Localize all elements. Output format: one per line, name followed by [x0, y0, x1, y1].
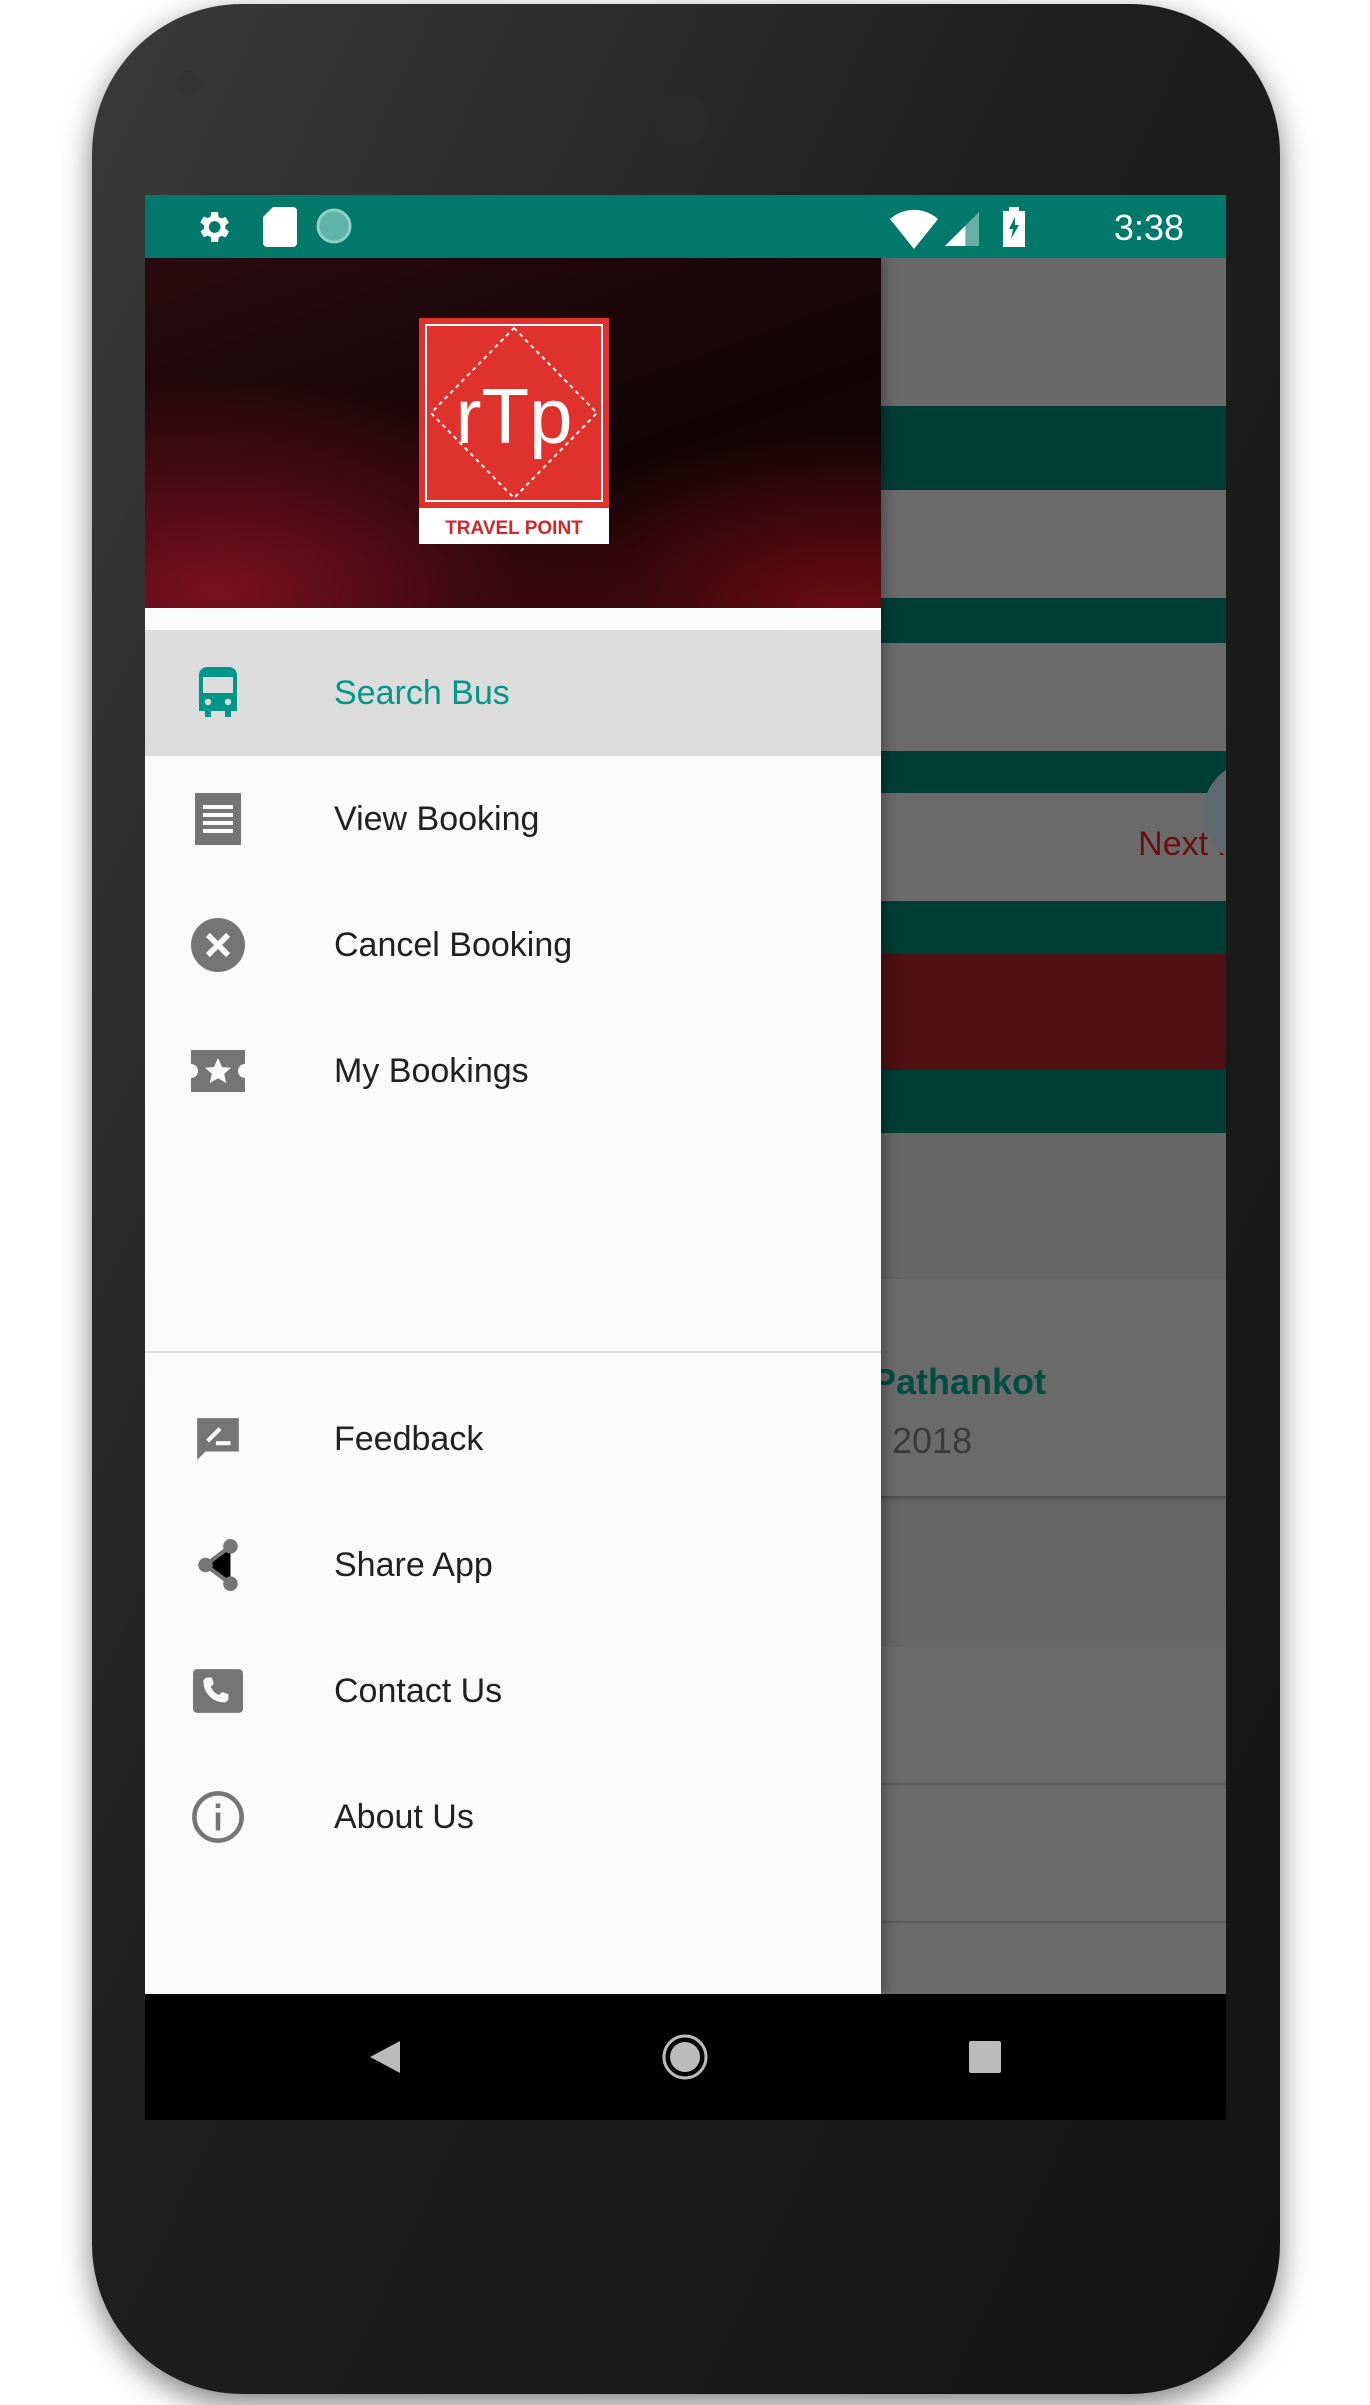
logo-caption: TRAVEL POINT: [445, 518, 583, 539]
cancel-icon: [190, 917, 246, 973]
drawer-header: rTp TRAVEL POINT: [145, 258, 881, 608]
recents-icon: [969, 2041, 1001, 2073]
menu-item-view-booking[interactable]: View Booking: [145, 756, 881, 882]
receipt-icon: [190, 791, 246, 847]
divider: [845, 1783, 1226, 1785]
to-field[interactable]: [845, 643, 1226, 751]
search-button[interactable]: [845, 954, 1226, 1070]
menu-item-label: Share App: [334, 1545, 493, 1584]
menu-item-label: Contact Us: [334, 1671, 503, 1710]
ticket-star-icon: [190, 1043, 246, 1099]
recent-city: Pathankot: [872, 1361, 1047, 1402]
logo-text: rTp: [456, 372, 573, 460]
drawer-divider: [145, 1351, 881, 1353]
menu-item-feedback[interactable]: Feedback: [145, 1376, 881, 1502]
settings-icon: [200, 212, 229, 242]
menu-item-about-us[interactable]: About Us: [145, 1754, 881, 1880]
sync-icon: [316, 208, 352, 244]
list-card: [845, 1647, 1226, 2047]
menu-item-label: About Us: [334, 1797, 474, 1836]
front-camera: [176, 70, 202, 96]
menu-item-share-app[interactable]: Share App: [145, 1502, 881, 1628]
info-icon: [190, 1789, 246, 1845]
menu-item-label: Cancel Booking: [334, 925, 573, 964]
travel-point-logo: rTp TRAVEL POINT: [419, 318, 609, 544]
system-nav-bar: [145, 1994, 1226, 2120]
menu-item-label: Search Bus: [334, 673, 510, 712]
feedback-icon: [190, 1411, 246, 1467]
menu-item-label: My Bookings: [334, 1051, 529, 1090]
status-bar: 3:38: [145, 195, 1226, 258]
phone-icon: [190, 1663, 246, 1719]
navigation-drawer: rTp TRAVEL POINT Search Bus View Booking…: [145, 258, 881, 1994]
menu-item-cancel-booking[interactable]: Cancel Booking: [145, 882, 881, 1008]
clock: 3:38: [1113, 207, 1184, 248]
date-field[interactable]: Next Day: [845, 793, 1226, 901]
recents-button[interactable]: [935, 1994, 1035, 2120]
wifi-icon: [890, 209, 938, 249]
menu-item-search-bus[interactable]: Search Bus: [145, 630, 881, 756]
menu-item-label: Feedback: [334, 1419, 484, 1458]
menu-item-label: View Booking: [334, 799, 540, 838]
bus-icon: [190, 665, 246, 721]
back-icon: [370, 2041, 400, 2073]
signal-icon: [945, 212, 979, 246]
back-button[interactable]: [335, 1994, 435, 2120]
divider: [845, 1921, 1226, 1923]
speaker-grille: [654, 92, 710, 148]
home-icon: [662, 2034, 708, 2080]
home-button[interactable]: [635, 1994, 735, 2120]
from-field[interactable]: [845, 490, 1226, 598]
menu-item-my-bookings[interactable]: My Bookings: [145, 1008, 881, 1134]
recent-date: 2018: [892, 1420, 973, 1461]
menu-item-contact-us[interactable]: Contact Us: [145, 1628, 881, 1754]
share-icon: [190, 1537, 246, 1593]
screen: 3:38 Next Day ⇅ Pathankot 2018 rTp TRAVE…: [145, 195, 1226, 2120]
sd-card-icon: [263, 207, 297, 247]
battery-charging-icon: [1003, 207, 1025, 247]
